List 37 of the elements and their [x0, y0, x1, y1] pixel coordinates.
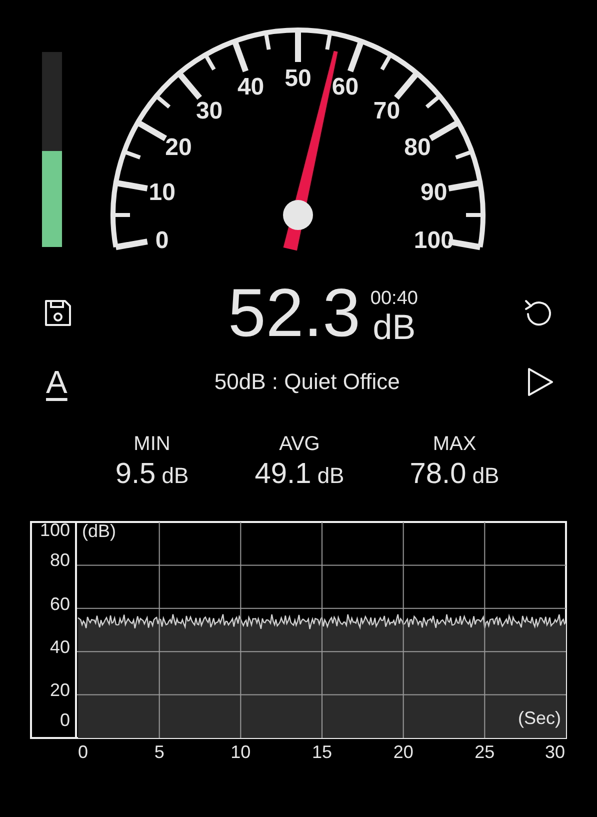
scale-label: 80 — [404, 134, 431, 161]
scale-label: 0 — [155, 226, 169, 254]
stat-label: MAX — [432, 432, 476, 456]
font-button[interactable]: A — [44, 364, 70, 400]
x-axis-label: 0 — [78, 742, 88, 762]
y-axis-label: 20 — [50, 680, 70, 700]
x-axis-label: 10 — [230, 742, 251, 762]
x-axis-label: 20 — [393, 742, 414, 762]
x-axis-label: 15 — [312, 742, 332, 762]
y-axis-unit: (dB) — [82, 521, 116, 541]
y-axis-label: 40 — [50, 637, 70, 657]
y-axis-label: 60 — [50, 594, 70, 614]
y-axis-label: 80 — [50, 550, 70, 570]
x-axis-label: 5 — [154, 742, 164, 762]
scale-label: 60 — [332, 73, 359, 100]
scale-label: 90 — [420, 179, 448, 206]
x-axis-label: 30 — [544, 742, 566, 762]
x-axis-unit: (Sec) — [518, 708, 561, 728]
stat-value: 78.0 dB — [410, 457, 500, 492]
stat-value: 9.5 dB — [115, 457, 189, 492]
sound-level-reading: 52.3 — [228, 279, 360, 347]
scale-label: 30 — [196, 97, 223, 124]
scale-label: 50 — [284, 65, 312, 92]
x-axis-label: 25 — [474, 742, 495, 762]
scale-label: 40 — [237, 73, 264, 100]
scale-label: 70 — [373, 97, 400, 124]
unit-label: dB — [372, 309, 416, 347]
needle-hub — [283, 200, 313, 230]
y-axis-label: 0 — [60, 710, 70, 730]
scale-label: 10 — [148, 179, 176, 206]
stat-label: MIN — [134, 432, 170, 456]
y-axis-label: 100 — [40, 520, 70, 540]
stat-label: AVG — [279, 432, 320, 456]
stat-value: 49.1 dB — [254, 457, 344, 492]
elapsed-time: 00:40 — [370, 289, 418, 309]
noise-level-description: 50dB : Quiet Office — [214, 369, 400, 395]
scale-label: 20 — [165, 134, 192, 161]
